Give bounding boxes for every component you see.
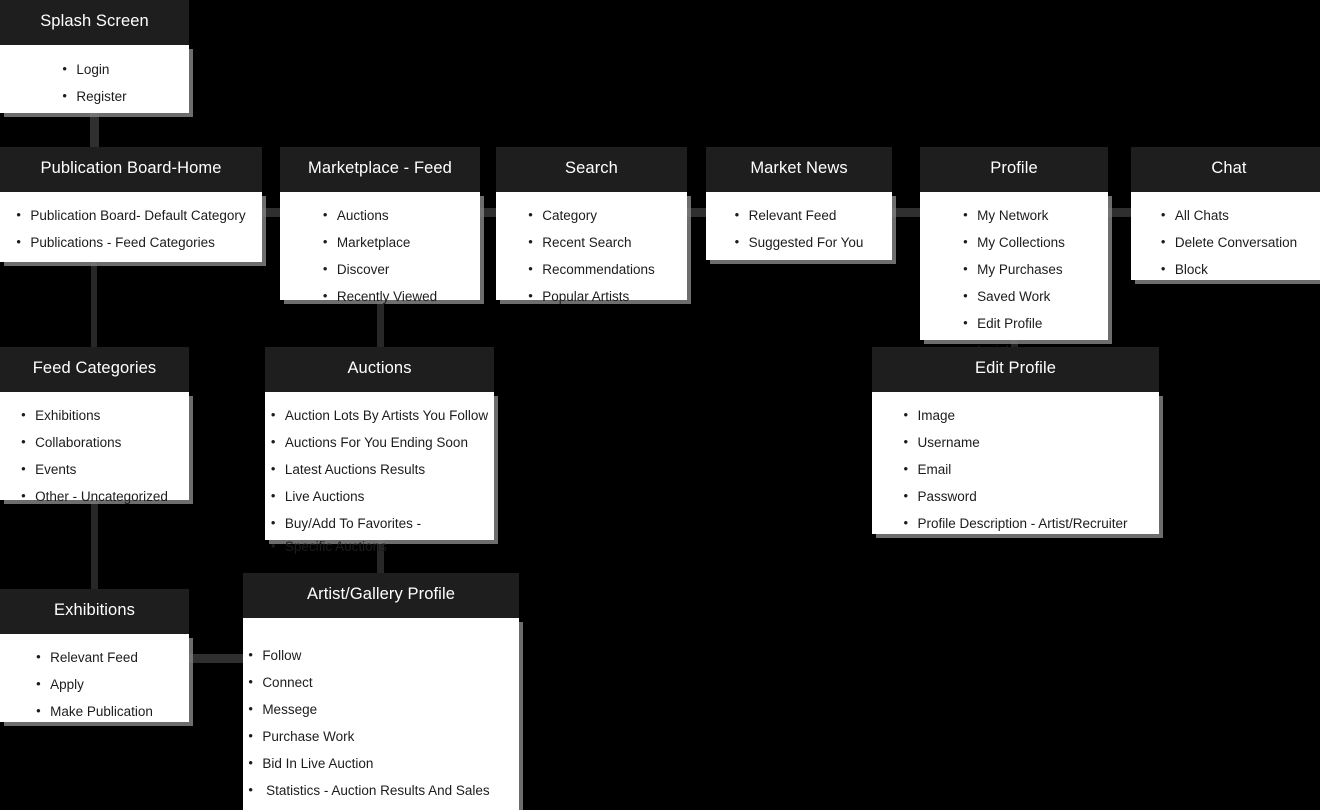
node-body-marketplace-feed: Auctions Marketplace Discover Recently V… [280,191,480,306]
node-marketplace-feed[interactable]: Marketplace - Feed Auctions Marketplace … [280,147,480,306]
node-body-market-news: Relevant Feed Suggested For You [706,191,892,260]
list-item[interactable]: Publications - Feed Categories [16,232,245,253]
list-item[interactable]: Publication Board- Default Category [16,205,245,226]
node-auctions[interactable]: Auctions Auction Lots By Artists You Fol… [265,347,494,556]
list-item[interactable]: Exhibitions [21,405,168,426]
list-item-continuation: Specific Auctions [271,536,488,557]
node-body-exhibitions: Relevant Feed Apply Make Publication [0,633,189,722]
node-body-feed-categories: Exhibitions Collaborations Events Other … [0,391,189,506]
node-list-splash-screen: Login Register [62,59,126,107]
node-market-news[interactable]: Market News Relevant Feed Suggested For … [706,147,892,260]
list-item[interactable]: Block [1161,259,1297,280]
node-title-artist-gallery-profile: Artist/Gallery Profile [243,573,519,618]
list-item[interactable]: Make Publication [36,701,153,722]
node-title-splash-screen: Splash Screen [0,0,189,45]
node-list-artist-gallery-profile: Follow Connect Messege Purchase Work Bid… [248,645,489,810]
list-item[interactable]: Discover [323,259,437,280]
list-item[interactable]: Follow [248,645,489,666]
node-edit-profile[interactable]: Edit Profile Image Username Email Passwo… [872,347,1159,534]
list-item[interactable]: Buy/Add To Favorites - [271,513,488,534]
list-item[interactable]: Other - Uncategorized [21,486,168,507]
list-item[interactable]: Recommendations [528,259,655,280]
connector-publication-to-feed-categories [91,254,97,354]
list-item[interactable]: Username [903,432,1127,453]
list-item[interactable]: Profile Description - Artist/Recruiter [903,513,1127,534]
list-item[interactable]: Latest Auctions Results [271,459,488,480]
list-item[interactable]: All Chats [1161,205,1297,226]
node-title-auctions: Auctions [265,347,494,392]
list-item[interactable]: Popular Artists [528,286,655,307]
list-item[interactable]: Bid In Live Auction [248,753,489,774]
list-item[interactable]: Category [528,205,655,226]
node-body-auctions: Auction Lots By Artists You Follow Aucti… [265,391,494,556]
node-list-marketplace-feed: Auctions Marketplace Discover Recently V… [323,205,437,307]
node-search[interactable]: Search Category Recent Search Recommenda… [496,147,687,306]
list-item[interactable]: Recent Search [528,232,655,253]
node-title-profile: Profile [920,147,1108,192]
sitemap-diagram-canvas: Splash Screen Login Register Publication… [0,0,1320,810]
list-item[interactable]: Apply [36,674,153,695]
connector-feed-categories-to-exhibitions [91,498,98,596]
node-list-market-news: Relevant Feed Suggested For You [735,205,864,253]
list-item[interactable]: My Collections [963,232,1065,253]
list-item[interactable]: Relevant Feed [735,205,864,226]
list-item[interactable]: Saved Work [963,286,1065,307]
list-item[interactable]: My Purchases [963,259,1065,280]
node-list-edit-profile: Image Username Email Password Profile De… [903,405,1127,534]
node-body-chat: All Chats Delete Conversation Block [1131,191,1320,280]
node-feed-categories[interactable]: Feed Categories Exhibitions Collaboratio… [0,347,189,506]
list-item[interactable]: Auction Lots By Artists You Follow [271,405,488,426]
list-item[interactable]: Auctions For You Ending Soon [271,432,488,453]
list-item[interactable]: Delete Conversation [1161,232,1297,253]
node-title-marketplace-feed: Marketplace - Feed [280,147,480,192]
node-title-feed-categories: Feed Categories [0,347,189,392]
node-title-edit-profile: Edit Profile [872,347,1159,392]
node-body-splash-screen: Login Register [0,44,189,113]
node-body-search: Category Recent Search Recommendations P… [496,191,687,306]
node-list-exhibitions: Relevant Feed Apply Make Publication [36,647,153,722]
node-title-search: Search [496,147,687,192]
list-item[interactable]: Password [903,486,1127,507]
list-item[interactable]: Image [903,405,1127,426]
list-item[interactable]: Relevant Feed [36,647,153,668]
list-item[interactable]: Suggested For You [735,232,864,253]
list-item[interactable]: Login [62,59,126,80]
node-list-publication-board-home: Publication Board- Default Category Publ… [16,205,245,253]
node-title-chat: Chat [1131,147,1320,192]
node-publication-board-home[interactable]: Publication Board-Home Publication Board… [0,147,262,262]
node-splash-screen[interactable]: Splash Screen Login Register [0,0,189,113]
list-item[interactable]: Edit Profile [963,313,1065,334]
list-item[interactable]: Collaborations [21,432,168,453]
node-list-profile: My Network My Collections My Purchases S… [963,205,1065,361]
list-item[interactable]: Marketplace [323,232,437,253]
list-item[interactable]: Email [903,459,1127,480]
node-profile[interactable]: Profile My Network My Collections My Pur… [920,147,1108,360]
node-title-publication-board-home: Publication Board-Home [0,147,262,192]
node-title-market-news: Market News [706,147,892,192]
node-chat[interactable]: Chat All Chats Delete Conversation Block [1131,147,1320,280]
list-item[interactable]: Register [62,86,126,107]
node-title-exhibitions: Exhibitions [0,589,189,634]
list-item[interactable]: Live Auctions [271,486,488,507]
list-item[interactable]: Events [21,459,168,480]
node-list-feed-categories: Exhibitions Collaborations Events Other … [21,405,168,507]
connector-splash-to-publication [90,110,99,152]
node-list-auctions: Auction Lots By Artists You Follow Aucti… [271,405,488,557]
list-item[interactable]: Recently Viewed [323,286,437,307]
node-body-artist-gallery-profile: Follow Connect Messege Purchase Work Bid… [243,617,519,810]
node-list-search: Category Recent Search Recommendations P… [528,205,655,307]
list-item[interactable]: Auctions [323,205,437,226]
list-item[interactable]: Purchase Work [248,726,489,747]
list-item[interactable]: Connect [248,672,489,693]
node-body-edit-profile: Image Username Email Password Profile De… [872,391,1159,534]
node-exhibitions[interactable]: Exhibitions Relevant Feed Apply Make Pub… [0,589,189,722]
node-artist-gallery-profile[interactable]: Artist/Gallery Profile Follow Connect Me… [243,573,519,810]
node-body-profile: My Network My Collections My Purchases S… [920,191,1108,360]
list-item[interactable]: Statistics - Auction Results And Sales [248,780,489,801]
node-list-chat: All Chats Delete Conversation Block [1161,205,1297,280]
node-body-publication-board-home: Publication Board- Default Category Publ… [0,191,262,262]
list-item[interactable]: My Network [963,205,1065,226]
list-item[interactable]: Messege [248,699,489,720]
